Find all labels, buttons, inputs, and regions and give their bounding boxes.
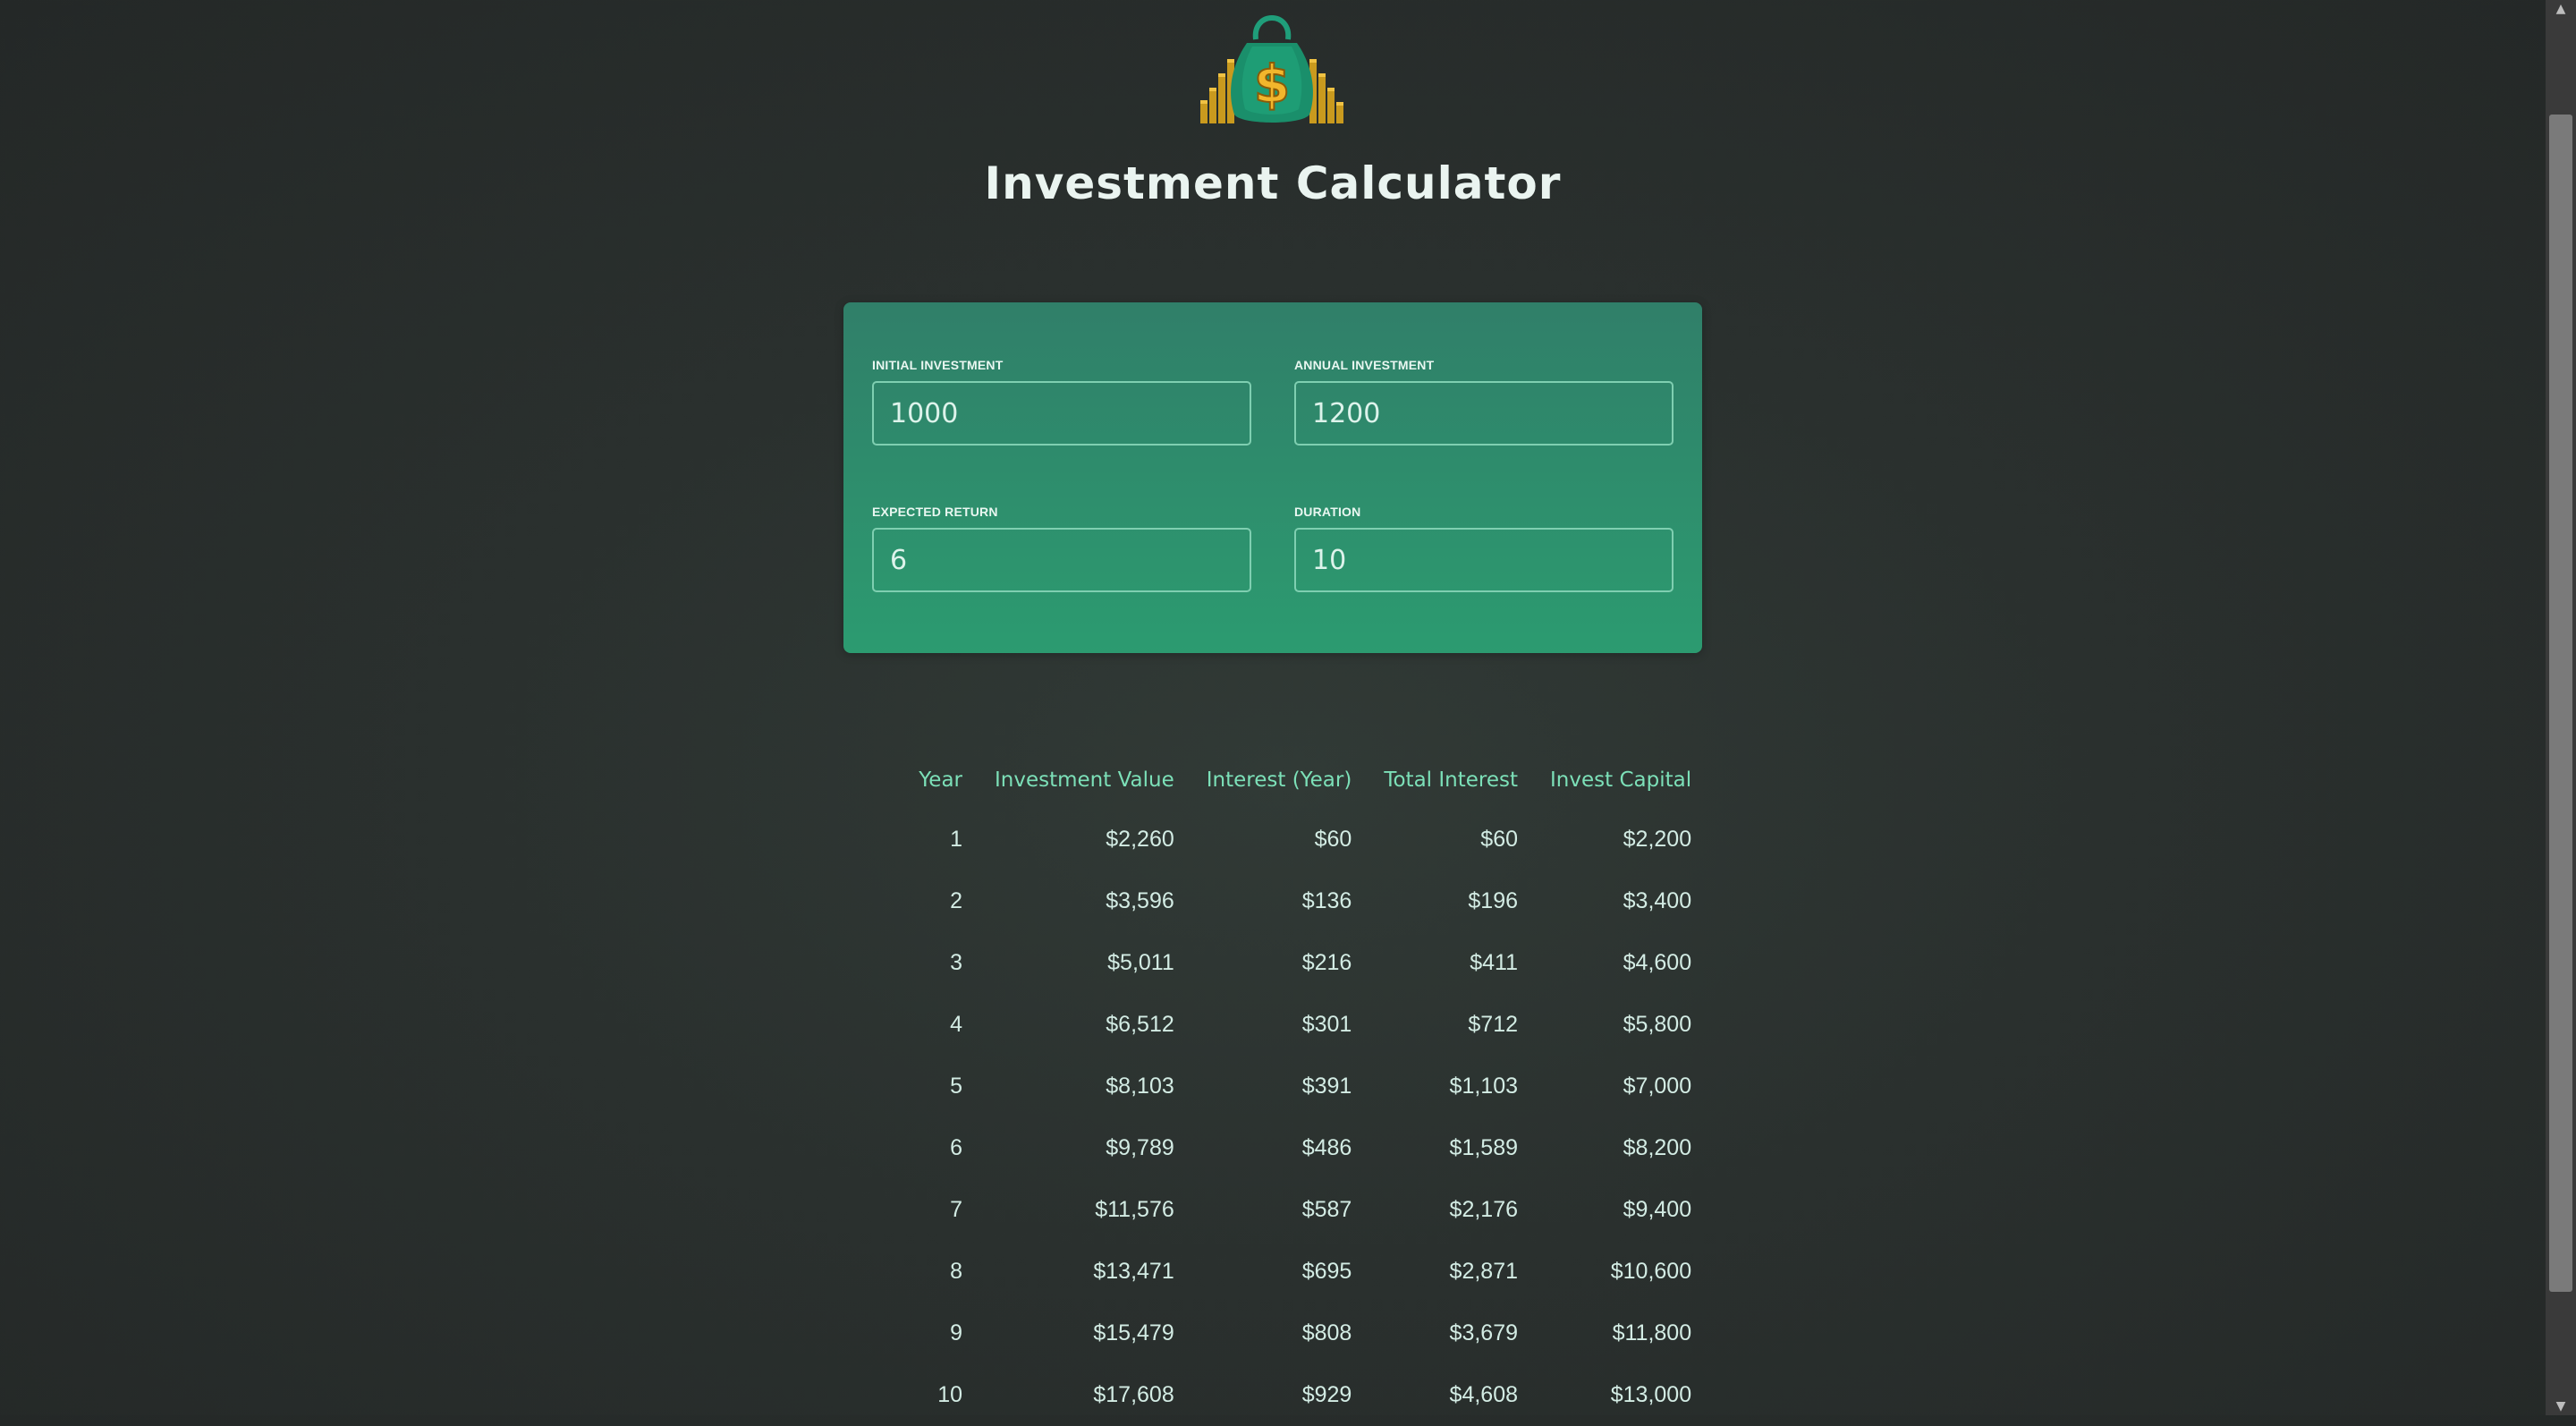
- cell-invest-capital: $10,600: [1610, 1259, 1692, 1284]
- table-row: 8 $13,471 $695 $2,871 $10,600: [918, 1241, 1691, 1303]
- cell-interest-year: $301: [1301, 1012, 1352, 1037]
- cell-interest-year: $695: [1301, 1259, 1352, 1284]
- cell-invest-capital: $3,400: [1623, 888, 1692, 913]
- cell-interest-year: $391: [1301, 1074, 1352, 1099]
- expected-return-input[interactable]: [872, 528, 1251, 592]
- cell-interest-year: $587: [1301, 1197, 1352, 1222]
- table-row: 10 $17,608 $929 $4,608 $13,000: [918, 1364, 1691, 1426]
- table-row: 3 $5,011 $216 $411 $4,600: [918, 932, 1691, 994]
- money-bag-icon: $: [1199, 4, 1345, 125]
- cell-invest-capital: $7,000: [1623, 1074, 1692, 1099]
- cell-year: 6: [950, 1135, 962, 1160]
- cell-year: 2: [950, 888, 962, 913]
- header-total-interest: Total Interest: [1384, 768, 1519, 792]
- header-interest-year: Interest (Year): [1206, 768, 1352, 792]
- cell-investment-value: $17,608: [1093, 1382, 1174, 1407]
- cell-year: 9: [950, 1320, 962, 1345]
- cell-invest-capital: $13,000: [1610, 1382, 1692, 1407]
- cell-year: 1: [950, 827, 962, 852]
- cell-interest-year: $808: [1301, 1320, 1352, 1345]
- duration-input[interactable]: [1294, 528, 1674, 592]
- page-title: Investment Calculator: [984, 157, 1562, 209]
- cell-investment-value: $5,011: [1107, 950, 1174, 975]
- cell-interest-year: $216: [1301, 950, 1352, 975]
- dollar-symbol: $: [1254, 54, 1290, 115]
- cell-investment-value: $2,260: [1106, 827, 1174, 852]
- table-row: 2 $3,596 $136 $196 $3,400: [918, 870, 1691, 932]
- scroll-up-icon[interactable]: ▲: [2546, 0, 2576, 18]
- cell-total-interest: $60: [1480, 827, 1519, 852]
- initial-investment-label: Initial Investment: [872, 358, 1004, 372]
- results-table: Year Investment Value Interest (Year) To…: [886, 751, 1724, 1426]
- annual-investment-field: Annual Investment: [1294, 358, 1674, 446]
- cell-interest-year: $136: [1301, 888, 1352, 913]
- cell-investment-value: $3,596: [1106, 888, 1174, 913]
- cell-year: 10: [937, 1382, 962, 1407]
- cell-investment-value: $9,789: [1106, 1135, 1174, 1160]
- scrollbar-thumb[interactable]: [2549, 115, 2572, 1292]
- cell-invest-capital: $4,600: [1623, 950, 1692, 975]
- page: $ Investment Calculator Initial Investme…: [0, 0, 2546, 1415]
- cell-total-interest: $712: [1468, 1012, 1519, 1037]
- cell-investment-value: $6,512: [1106, 1012, 1174, 1037]
- cell-investment-value: $13,471: [1093, 1259, 1174, 1284]
- cell-year: 4: [950, 1012, 962, 1037]
- table-row: 4 $6,512 $301 $712 $5,800: [918, 994, 1691, 1056]
- annual-investment-input[interactable]: [1294, 381, 1674, 446]
- cell-year: 3: [950, 950, 962, 975]
- results-header-row: Year Investment Value Interest (Year) To…: [918, 751, 1691, 809]
- annual-investment-label: Annual Investment: [1294, 358, 1435, 372]
- input-panel: Initial Investment Annual Investment Exp…: [843, 302, 1702, 653]
- cell-interest-year: $929: [1301, 1382, 1352, 1407]
- cell-total-interest: $1,589: [1449, 1135, 1519, 1160]
- cell-investment-value: $11,576: [1095, 1197, 1174, 1222]
- cell-total-interest: $196: [1468, 888, 1519, 913]
- initial-investment-input[interactable]: [872, 381, 1251, 446]
- cell-total-interest: $3,679: [1449, 1320, 1519, 1345]
- cell-total-interest: $2,176: [1449, 1197, 1519, 1222]
- cell-interest-year: $486: [1301, 1135, 1352, 1160]
- cell-total-interest: $4,608: [1449, 1382, 1519, 1407]
- initial-investment-field: Initial Investment: [872, 358, 1251, 446]
- cell-investment-value: $8,103: [1106, 1074, 1174, 1099]
- cell-investment-value: $15,479: [1093, 1320, 1174, 1345]
- cell-invest-capital: $8,200: [1623, 1135, 1692, 1160]
- table-row: 7 $11,576 $587 $2,176 $9,400: [918, 1179, 1691, 1241]
- duration-field: Duration: [1294, 505, 1674, 592]
- table-row: 9 $15,479 $808 $3,679 $11,800: [918, 1303, 1691, 1364]
- table-row: 5 $8,103 $391 $1,103 $7,000: [918, 1056, 1691, 1117]
- expected-return-field: Expected Return: [872, 505, 1251, 592]
- duration-label: Duration: [1294, 505, 1361, 519]
- header-invest-capital: Invest Capital: [1550, 768, 1692, 792]
- cell-year: 5: [950, 1074, 962, 1099]
- table-row: 1 $2,260 $60 $60 $2,200: [918, 809, 1691, 870]
- expected-return-label: Expected Return: [872, 505, 998, 519]
- cell-total-interest: $2,871: [1449, 1259, 1519, 1284]
- cell-invest-capital: $2,200: [1623, 827, 1692, 852]
- cell-total-interest: $411: [1470, 950, 1519, 975]
- cell-year: 8: [950, 1259, 962, 1284]
- cell-interest-year: $60: [1314, 827, 1352, 852]
- scroll-down-icon[interactable]: ▼: [2546, 1397, 2576, 1415]
- cell-invest-capital: $5,800: [1623, 1012, 1692, 1037]
- cell-year: 7: [950, 1197, 962, 1222]
- header-year: Year: [919, 768, 962, 792]
- vertical-scrollbar[interactable]: ▲ ▼: [2546, 0, 2576, 1415]
- cell-invest-capital: $9,400: [1623, 1197, 1692, 1222]
- table-row: 6 $9,789 $486 $1,589 $8,200: [918, 1117, 1691, 1179]
- cell-invest-capital: $11,800: [1612, 1320, 1692, 1345]
- cell-total-interest: $1,103: [1449, 1074, 1519, 1099]
- header-investment-value: Investment Value: [995, 768, 1174, 792]
